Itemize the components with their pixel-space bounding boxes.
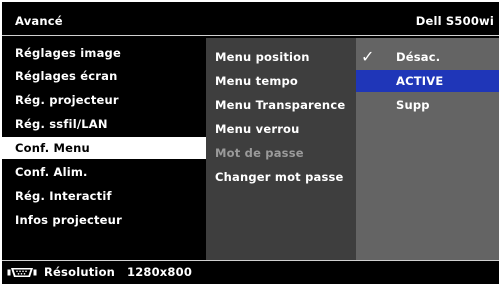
submenu-item-label: Menu tempo	[215, 74, 299, 88]
menu-item-label: Infos projecteur	[15, 213, 122, 227]
menu-item-label: Conf. Menu	[15, 141, 90, 155]
option-label: Supp	[396, 98, 430, 112]
menu-title: Avancé	[15, 14, 63, 28]
menu-item-reg-ssfil-lan[interactable]: Rég. ssfil/LAN	[2, 113, 206, 135]
submenu-item-label: Menu verrou	[215, 122, 300, 136]
menu-item-reg-projecteur[interactable]: Rég. projecteur	[2, 89, 206, 111]
osd-menu: Avancé Dell S500wi Réglages image Réglag…	[2, 2, 499, 284]
options-panel: ✓ Désac. ACTIVE Supp	[356, 38, 499, 260]
submenu-item-label: Changer mot passe	[215, 170, 344, 184]
menu-item-label: Rég. projecteur	[15, 93, 119, 107]
menu-item-reglages-ecran[interactable]: Réglages écran	[2, 65, 206, 87]
menu-item-label: Conf. Alim.	[15, 165, 88, 179]
option-supp[interactable]: Supp	[356, 94, 499, 116]
menu-item-label: Réglages écran	[15, 69, 118, 83]
submenu-item-changer-mot-passe[interactable]: Changer mot passe	[206, 166, 356, 188]
submenu-item-label: Mot de passe	[215, 146, 304, 160]
submenu-item-label: Menu Transparence	[215, 98, 346, 112]
option-active[interactable]: ACTIVE	[356, 70, 499, 92]
option-label: ACTIVE	[396, 74, 444, 88]
menu-item-reg-interactif[interactable]: Rég. Interactif	[2, 185, 206, 207]
submenu-item-mot-de-passe: Mot de passe	[206, 142, 356, 164]
menu-item-infos-projecteur[interactable]: Infos projecteur	[2, 209, 206, 231]
menu-item-reglages-image[interactable]: Réglages image	[2, 42, 206, 64]
resolution-value: 1280x800	[127, 265, 193, 279]
submenu-item-label: Menu position	[215, 50, 310, 64]
submenu-item-menu-verrou[interactable]: Menu verrou	[206, 118, 356, 140]
submenu-item-menu-tempo[interactable]: Menu tempo	[206, 70, 356, 92]
status-bar: Résolution 1280x800	[2, 260, 499, 284]
checkmark-icon: ✓	[361, 47, 375, 66]
option-label: Désac.	[396, 50, 441, 64]
submenu-item-menu-position[interactable]: Menu position	[206, 46, 356, 68]
projector-model: Dell S500wi	[415, 14, 494, 28]
menu-item-conf-alim[interactable]: Conf. Alim.	[2, 161, 206, 183]
menu-item-label: Rég. Interactif	[15, 189, 112, 203]
submenu-panel: Menu position Menu tempo Menu Transparen…	[206, 38, 356, 260]
vga-connector-icon	[7, 268, 37, 277]
osd-header: Avancé Dell S500wi	[2, 2, 499, 36]
option-desac[interactable]: ✓ Désac.	[356, 46, 499, 68]
submenu-item-menu-transparence[interactable]: Menu Transparence	[206, 94, 356, 116]
menu-item-label: Réglages image	[15, 46, 121, 60]
menu-item-label: Rég. ssfil/LAN	[15, 117, 108, 131]
resolution-label: Résolution	[44, 265, 116, 279]
main-menu: Réglages image Réglages écran Rég. proje…	[2, 38, 206, 260]
menu-item-conf-menu[interactable]: Conf. Menu	[2, 137, 206, 159]
